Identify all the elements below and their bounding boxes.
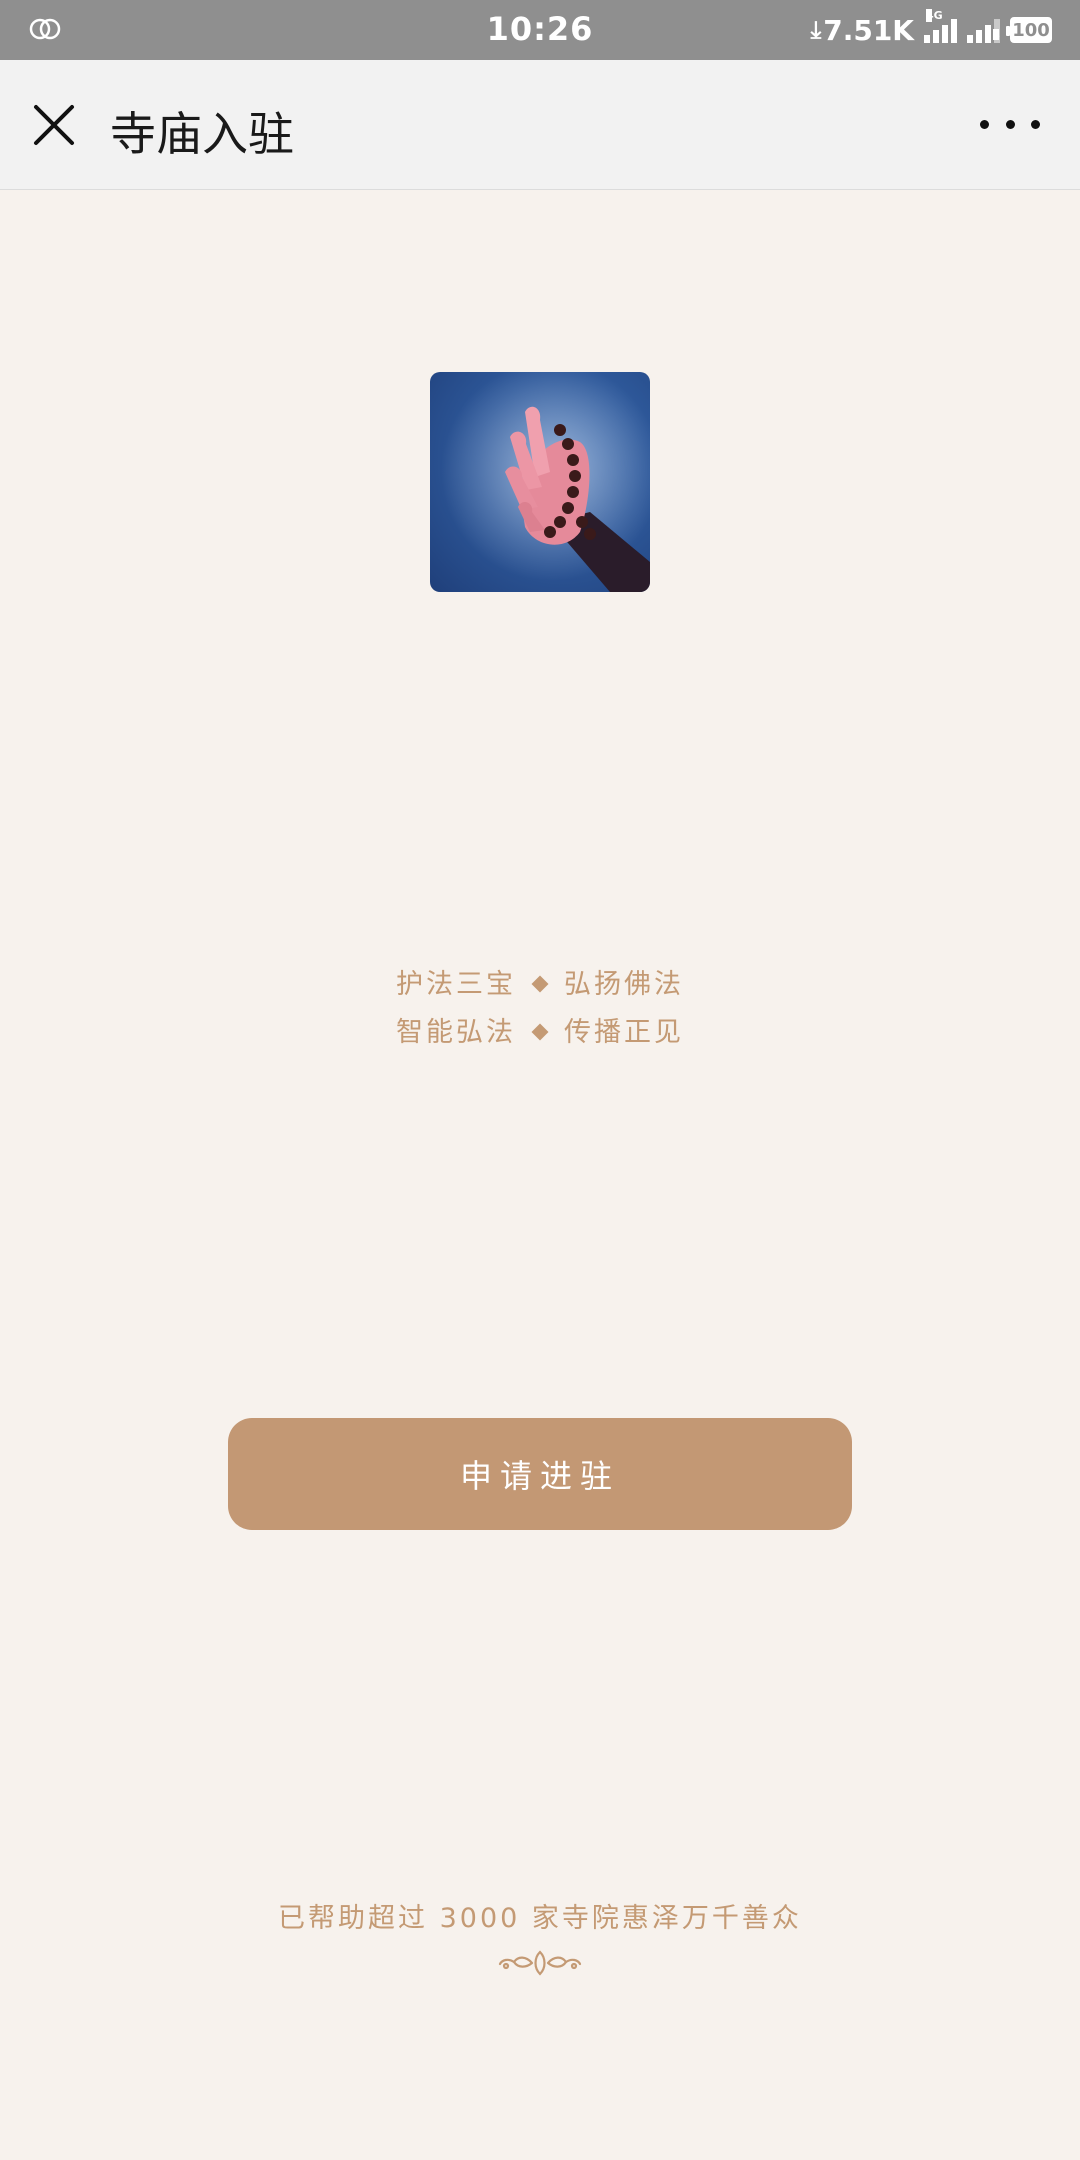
signal-icon: 4G bbox=[924, 9, 957, 43]
apply-button-label: 申请进驻 bbox=[459, 1457, 620, 1495]
sim2-label: 2 bbox=[993, 29, 1000, 40]
close-icon[interactable] bbox=[30, 101, 78, 149]
slogan-text: 弘扬佛法 bbox=[564, 969, 684, 1000]
footer-text: 已帮助超过 3000 家寺院惠泽万千善众 bbox=[278, 1903, 802, 1934]
diamond-icon bbox=[531, 1023, 549, 1040]
network-speed-value: 7.51K bbox=[823, 13, 914, 47]
slogan-text: 护法三宝 bbox=[396, 969, 516, 1000]
nav-bar: 寺庙入驻 bbox=[0, 60, 1080, 190]
slogan-text: 传播正见 bbox=[564, 1017, 684, 1048]
more-icon[interactable] bbox=[980, 112, 1040, 136]
battery-icon: 100 bbox=[1006, 17, 1052, 43]
hand-with-prayer-beads-image bbox=[430, 372, 650, 592]
slogan-line-2: 智能弘法 传播正见 bbox=[0, 1010, 1080, 1049]
diamond-icon bbox=[531, 975, 549, 992]
apply-button[interactable]: 申请进驻 bbox=[228, 1418, 852, 1530]
slogan-text: 智能弘法 bbox=[396, 1017, 516, 1048]
slogan-line-1: 护法三宝 弘扬佛法 bbox=[0, 962, 1080, 1001]
network-speed: ⤓ 7.51K bbox=[811, 14, 914, 47]
page-title: 寺庙入驻 bbox=[110, 107, 294, 161]
download-arrow-icon: ⤓ bbox=[810, 16, 822, 44]
network-type-label: 4G bbox=[926, 9, 943, 22]
battery-level: 100 bbox=[1012, 19, 1050, 41]
signal-icon: 2 bbox=[967, 17, 1000, 43]
status-bar: 10:26 ⤓ 7.51K 4G 2 100 bbox=[0, 0, 1080, 60]
ornament-icon bbox=[496, 1948, 584, 1978]
status-indicators: ⤓ 7.51K 4G 2 100 bbox=[811, 9, 1052, 50]
